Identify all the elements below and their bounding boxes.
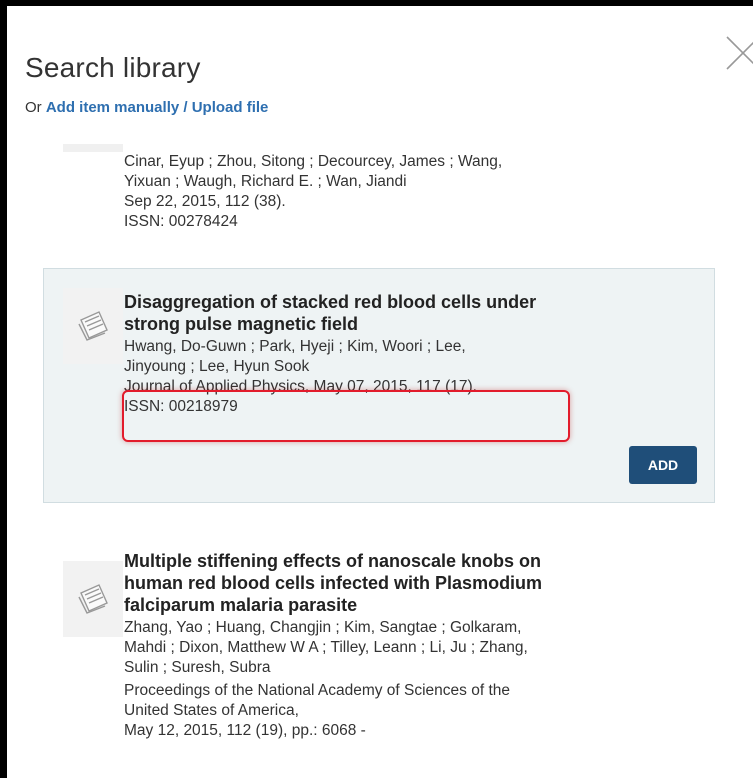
result-title-line: strong pulse magnetic field [124,314,359,334]
result-authors-line: Jinyoung ; Lee, Hyun Sook [124,358,310,375]
result-date-info: Sep 22, 2015, 112 (38). [124,193,286,210]
result-title-line: human red blood cells infected with Plas… [124,573,543,593]
add-button[interactable]: ADD [629,446,697,484]
result-authors-line: Hwang, Do-Guwn ; Park, Hyeji ; Kim, Woor… [124,338,466,355]
result-item[interactable]: Cinar, Eyup ; Zhou, Sitong ; Decourcey, … [124,152,502,232]
result-authors-line: Yixuan ; Waugh, Richard E. ; Wan, Jiandi [124,173,407,190]
result-journal-line: Proceedings of the National Academy of S… [124,682,511,699]
result-journal-line: May 12, 2015, 112 (19), pp.: 6068 - [124,722,366,739]
search-library-dialog: Search library Or Add item manually / Up… [7,6,753,778]
result-journal-line: United States of America, [124,702,299,719]
highlight-box [122,390,570,442]
result-item[interactable]: Multiple stiffening effects of nanoscale… [124,550,684,741]
document-icon [63,288,123,364]
result-title[interactable]: Multiple stiffening effects of nanoscale… [124,550,684,616]
result-authors-line: Zhang, Yao ; Huang, Changjin ; Kim, Sang… [124,619,522,636]
result-title-line: Multiple stiffening effects of nanoscale… [124,551,542,571]
result-thumbnail-partial [63,144,123,152]
result-title[interactable]: Disaggregation of stacked red blood cell… [124,291,684,335]
result-list: Cinar, Eyup ; Zhou, Sitong ; Decourcey, … [7,6,753,778]
result-title-line: falciparum malaria parasite [124,595,358,615]
result-authors-line: Sulin ; Suresh, Subra [124,659,271,676]
result-issn: ISSN: 00278424 [124,213,238,230]
result-title-line: Disaggregation of stacked red blood cell… [124,292,537,312]
result-authors-line: Mahdi ; Dixon, Matthew W A ; Tilley, Lea… [124,639,528,656]
document-icon [63,561,123,637]
result-item-selected[interactable]: Disaggregation of stacked red blood cell… [43,268,715,503]
result-authors-line: Cinar, Eyup ; Zhou, Sitong ; Decourcey, … [124,153,503,170]
